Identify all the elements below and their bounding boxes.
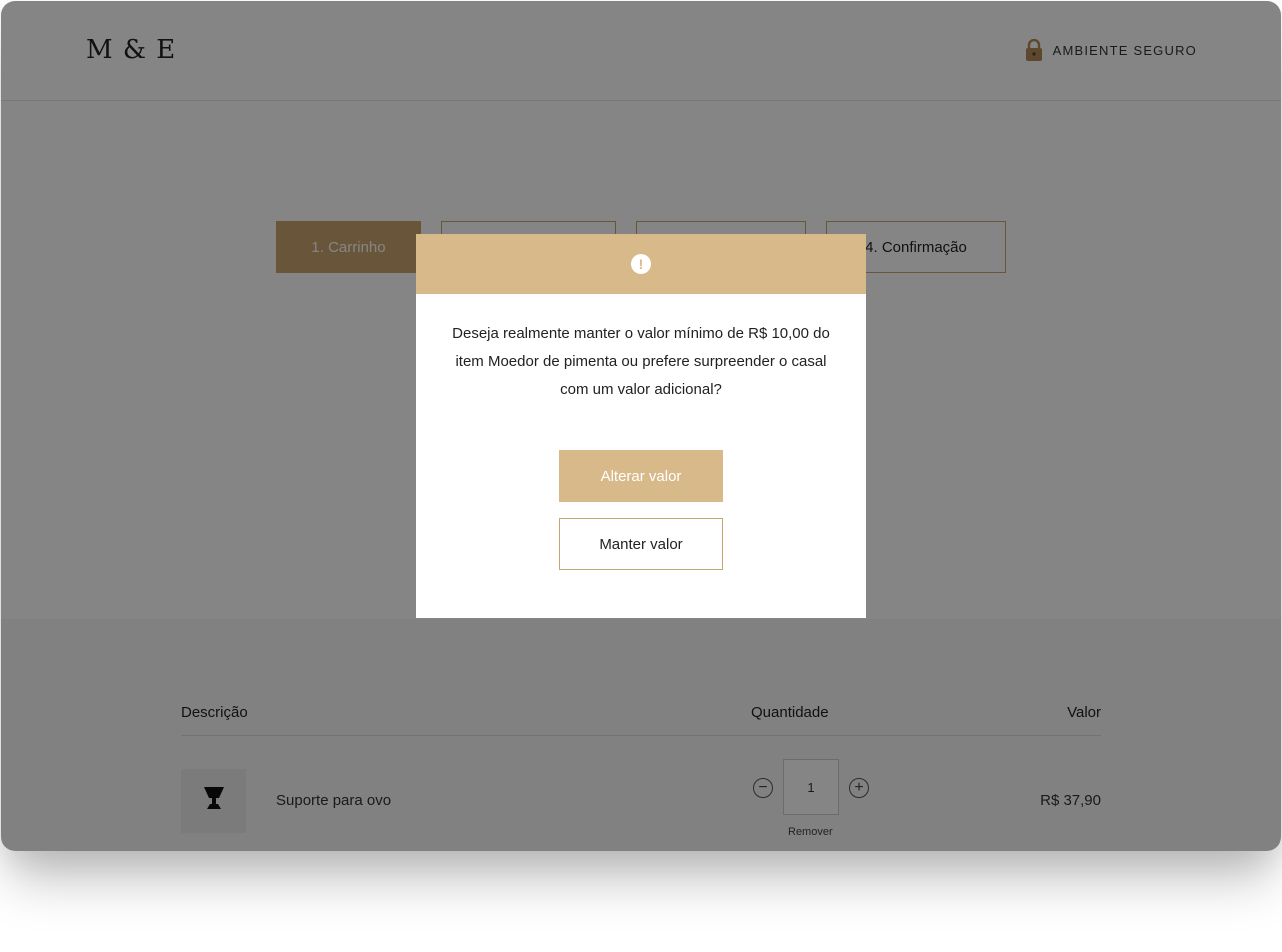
browser-window: M & E AMBIENTE SEGURO 1. Carrinho 2. Ide…: [1, 1, 1281, 851]
alert-icon: !: [631, 254, 651, 274]
change-value-button[interactable]: Alterar valor: [559, 450, 723, 502]
confirm-value-dialog: ! Deseja realmente manter o valor mínimo…: [416, 234, 866, 618]
dialog-header: !: [416, 234, 866, 294]
dialog-message: Deseja realmente manter o valor mínimo d…: [452, 325, 830, 398]
keep-value-button[interactable]: Manter valor: [559, 518, 723, 570]
